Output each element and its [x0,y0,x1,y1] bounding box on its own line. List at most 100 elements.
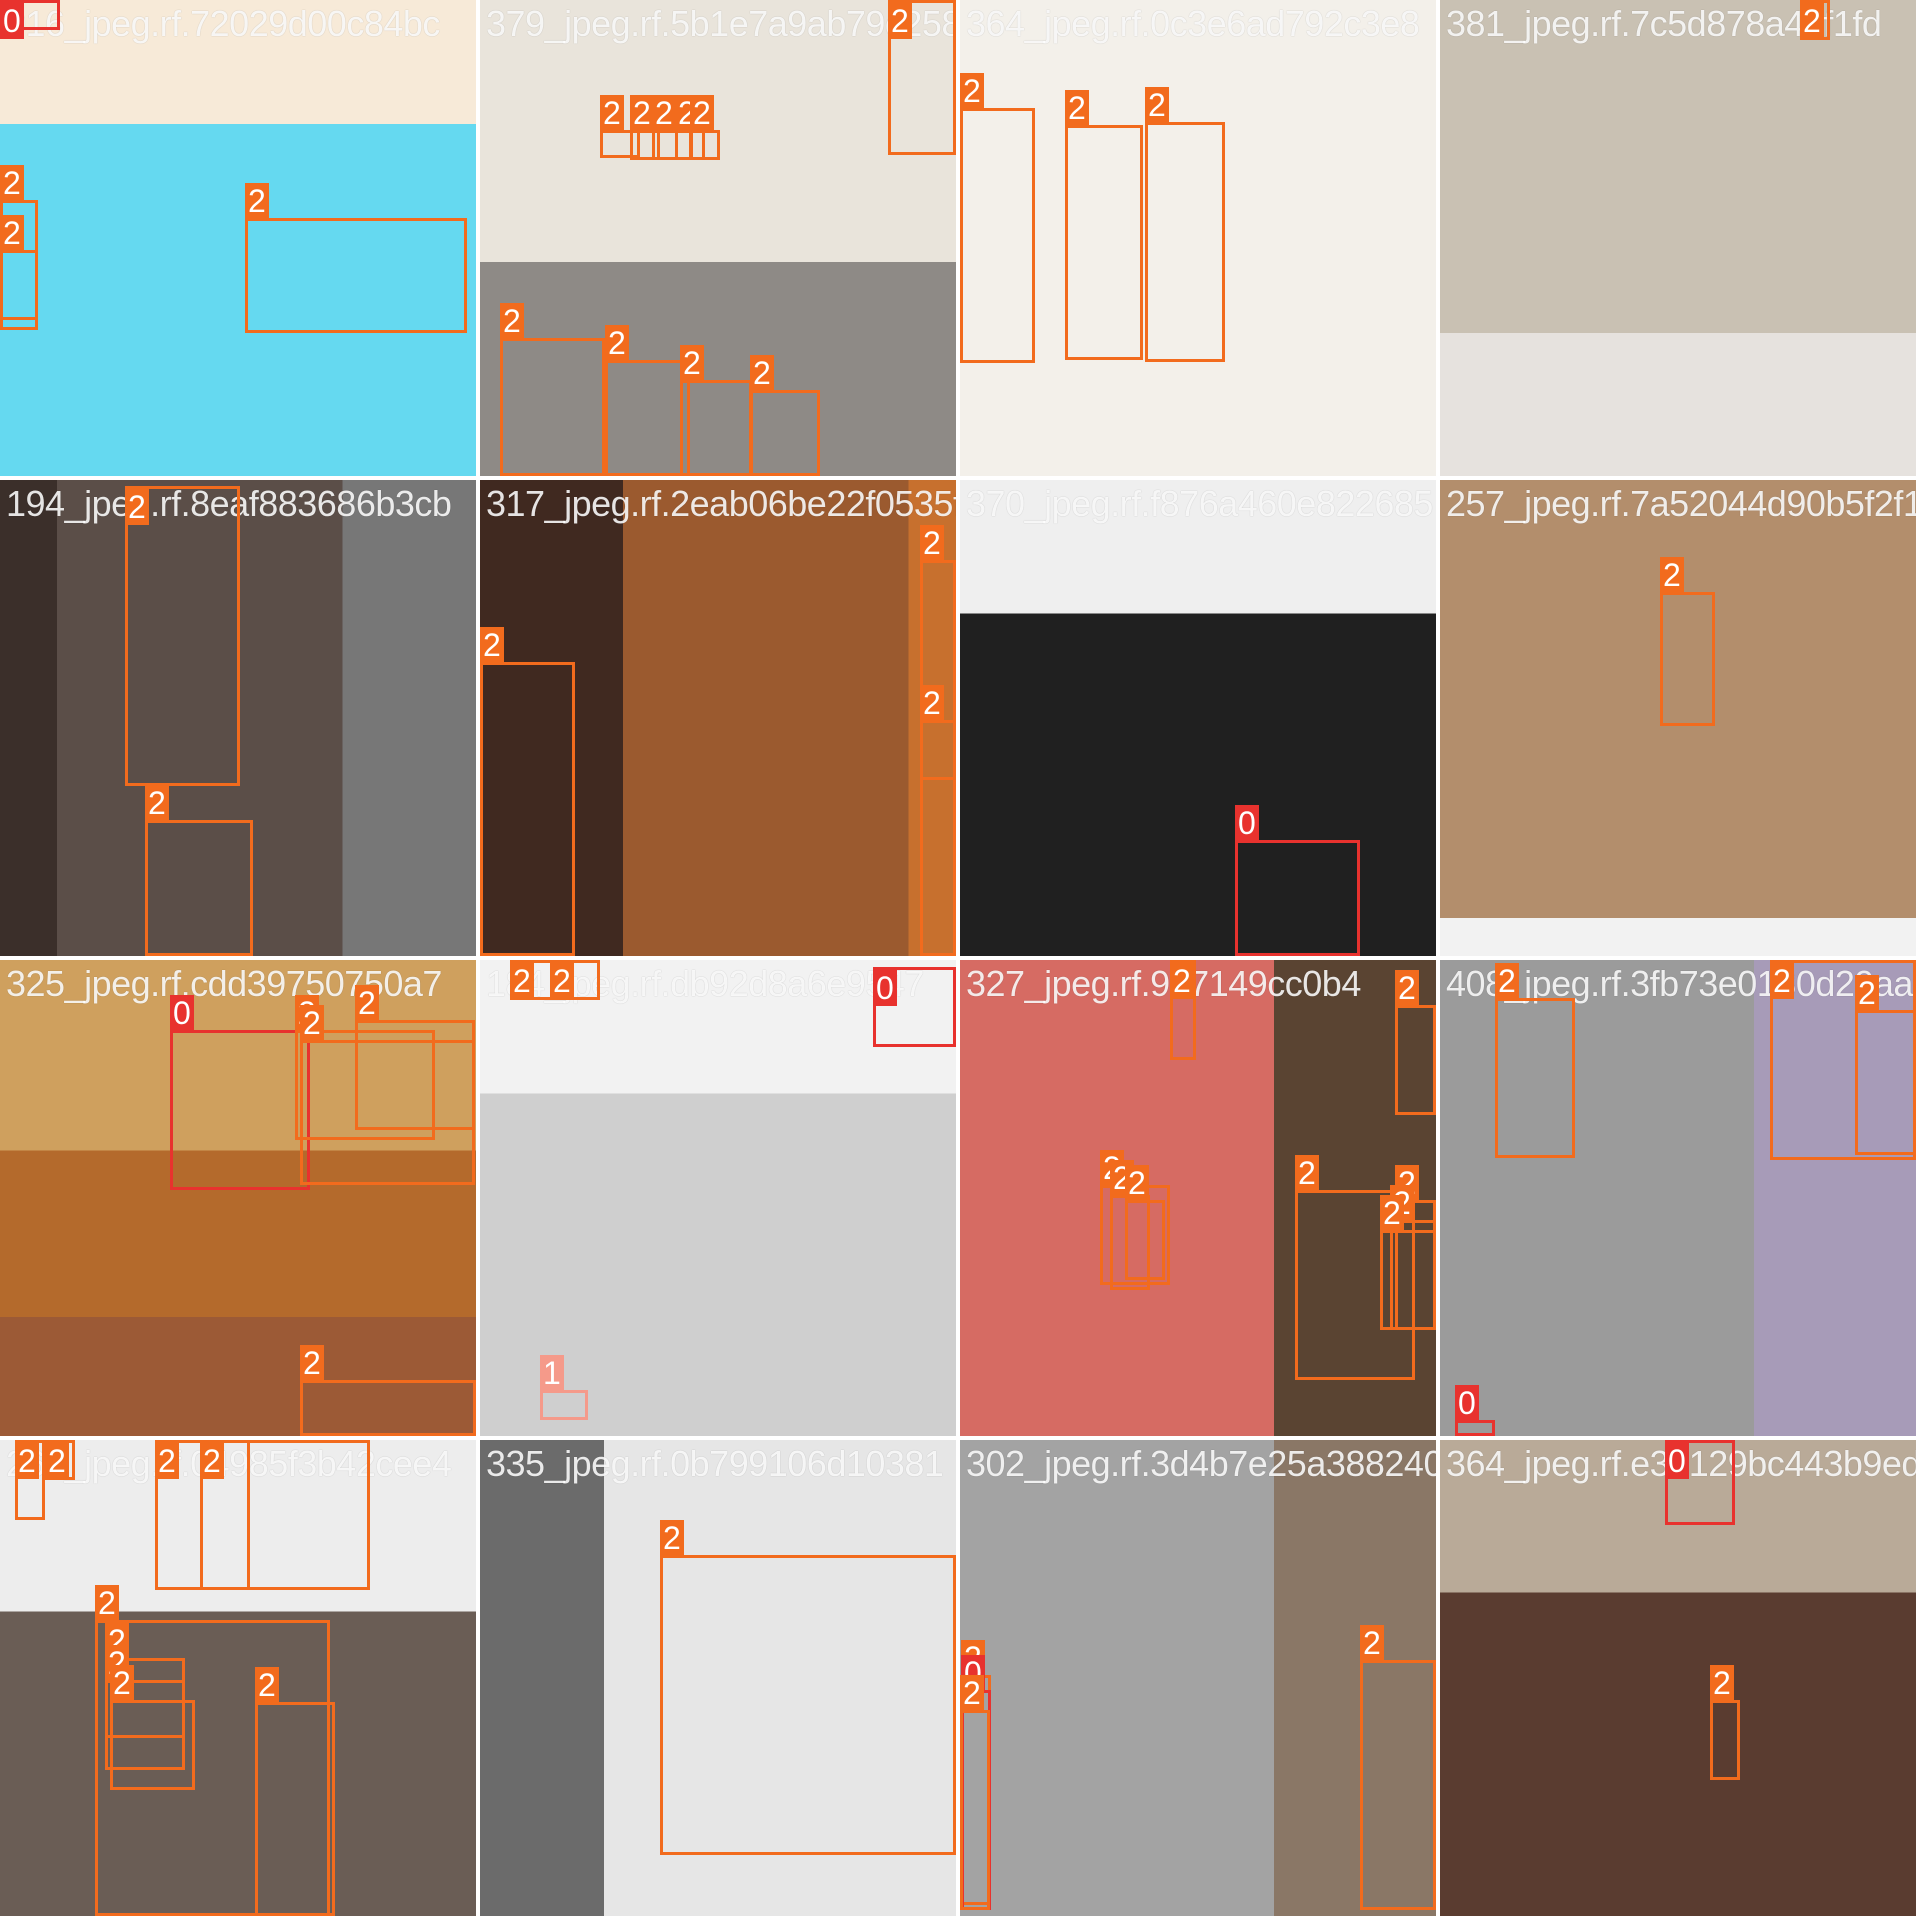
detection-box: 2 [45,1440,75,1480]
detection-box: 2 [750,355,820,476]
detection-class-label: 2 [605,325,629,361]
detection-box: 2 [1125,1165,1165,1280]
detection-box: 2 [200,1440,370,1590]
detection-class-label: 2 [0,165,24,201]
detection-class-label: 1 [540,1355,564,1391]
detection-class-label: 2 [510,963,534,999]
detection-box: 2 [605,325,690,476]
detection-box: 0 [170,995,310,1190]
detection-class-label: 2 [255,1667,279,1703]
mosaic-tile: 184_jpeg.rf.db92d8a6e9547 2 2 0 1 [480,960,956,1436]
detection-class-label: 0 [1455,1385,1479,1421]
detection-box: 2 [125,486,240,786]
detection-class-label: 2 [888,3,912,39]
detection-box: 0 [1665,1440,1735,1525]
detection-box: 2 [1855,975,1916,1155]
detection-mosaic: 016_jpeg.rf.72029d00c84bc 0 2 2 2 379_jpeg.rf… [0,0,1920,1920]
detection-box: 2 [1380,1195,1436,1330]
detection-class-label: 2 [550,963,574,999]
detection-box: 2 [1065,90,1143,360]
tile-photo [960,480,1436,956]
detection-class-label: 2 [155,1443,179,1479]
detection-class-label: 2 [680,345,704,381]
mosaic-tile: 370_jpeg.rf.f876a460e822685 0 [960,480,1436,956]
mosaic-tile: 379_jpeg.rf.5b1e7a9ab79c2580 2 2 2 2 2 2 2 2 2 2 [480,0,956,476]
detection-box: 1 [540,1355,588,1420]
detection-box: 2 [960,1675,990,1910]
detection-class-label: 2 [1710,1665,1734,1701]
detection-box: 2 [245,183,467,333]
detection-box: 2 [110,1665,195,1790]
detection-class-label: 2 [1800,3,1824,39]
detection-box: 2 [1170,960,1196,1060]
detection-class-label: 2 [300,1005,324,1041]
detection-box: 0 [873,967,956,1047]
mosaic-tile: 194_jpeg.rf.8eaf883686b3cb 2 2 [0,480,476,956]
detection-box: 2 [15,1440,45,1520]
detection-class-label: 2 [0,215,24,251]
detection-box: 2 [1145,87,1225,362]
mosaic-tile: 261_jpeg.rf.04985f3b42cee4 2 2 2 2 2 2 2 2 2 [0,1440,476,1916]
detection-class-label: 0 [1235,805,1259,841]
mosaic-tile: 257_jpeg.rf.7a52044d90b5f2f1de 2 [1440,480,1916,956]
detection-class-label: 2 [110,1665,134,1701]
detection-class-label: 0 [1665,1443,1689,1479]
detection-box: 2 [1660,557,1715,726]
detection-class-label: 2 [750,355,774,391]
mosaic-tile: 335_jpeg.rf.0b799106d10381 2 [480,1440,956,1916]
detection-class-label: 2 [355,985,379,1021]
mosaic-tile: 317_jpeg.rf.2eab06be22f0535f8 2 2 2 [480,480,956,956]
detection-class-label: 0 [873,970,897,1006]
detection-class-label: 2 [1855,975,1879,1011]
detection-box: 2 [680,345,752,476]
detection-class-label: 2 [960,73,984,109]
mosaic-tile: 364_jpeg.rf.0c3e6ad792c3e8 2 2 2 [960,0,1436,476]
detection-class-label: 2 [45,1443,69,1479]
detection-class-label: 2 [1380,1195,1404,1231]
detection-class-label: 2 [480,627,504,663]
detection-class-label: 2 [95,1585,119,1621]
detection-class-label: 2 [1145,87,1169,123]
detection-box: 2 [255,1667,335,1916]
detection-box: 2 [500,303,605,476]
detection-class-label: 2 [1125,1165,1149,1201]
detection-class-label: 2 [15,1443,39,1479]
mosaic-tile: 016_jpeg.rf.72029d00c84bc 0 2 2 2 [0,0,476,476]
detection-class-label: 0 [170,995,194,1031]
detection-class-label: 2 [920,525,944,561]
mosaic-tile: 327_jpeg.rf.9b7149cc0b4222222222 [960,960,1436,1436]
mosaic-tile: 325_jpeg.rf.cdd39750750a702222 [0,960,476,1436]
detection-box: 2 [145,785,253,956]
detection-class-label: 2 [1295,1155,1319,1191]
detection-class-label: 2 [690,95,714,131]
detection-box: 2 [660,1520,956,1855]
detection-box: 2 [920,685,956,956]
detection-class-label: 2 [300,1345,324,1381]
detection-box: 2 [0,215,38,330]
detection-class-label: 2 [1395,970,1419,1006]
detection-box: 2 [1495,963,1575,1158]
tile-photo [1440,0,1916,476]
detection-box: 0 [1235,805,1360,956]
detection-class-label: 2 [960,1675,984,1711]
detection-class-label: 2 [500,303,524,339]
detection-box: 2 [480,627,575,956]
detection-box: 2 [1710,1665,1740,1780]
detection-class-label: 2 [125,489,149,525]
detection-box: 2 [510,960,555,1000]
detection-box: 2 [550,960,600,1000]
detection-box: 0 [0,0,60,39]
detection-box: 2 [355,985,475,1130]
detection-class-label: 2 [1360,1625,1384,1661]
detection-class-label: 2 [1495,963,1519,999]
detection-class-label: 2 [630,95,654,131]
detection-class-label: 2 [652,95,676,131]
detection-class-label: 2 [1660,557,1684,593]
detection-class-label: 2 [200,1443,224,1479]
detection-box: 2 [1395,970,1436,1115]
detection-box: 2 [1360,1625,1436,1910]
detection-class-label: 2 [1065,90,1089,126]
detection-class-label: 2 [1770,963,1794,999]
detection-class-label: 2 [660,1520,684,1556]
detection-class-label: 2 [920,685,944,721]
